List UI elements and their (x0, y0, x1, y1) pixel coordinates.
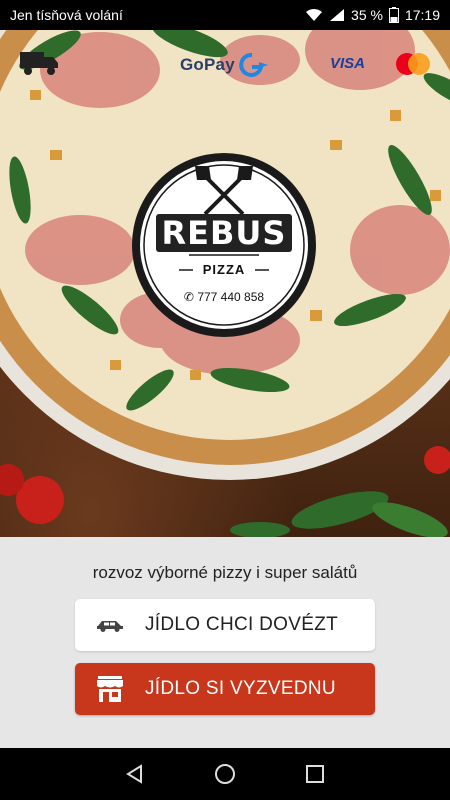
pickup-button[interactable]: JÍDLO SI VYZVEDNU (75, 663, 375, 715)
delivery-button-label: JÍDLO CHCI DOVÉZT (145, 614, 339, 635)
carrier-text: Jen tísňová volání (10, 7, 123, 23)
status-icons: 35 % 17:19 (305, 7, 440, 23)
back-icon[interactable] (124, 763, 146, 785)
phone-number: 777 440 858 (197, 290, 265, 304)
signal-icon (330, 9, 345, 21)
home-icon[interactable] (214, 763, 236, 785)
gopay-logo: GoPay (180, 52, 269, 78)
rebus-pizza-logo: REBUS PIZZA ✆ 777 440 858 (131, 152, 317, 338)
battery-percent: 35 % (351, 7, 383, 23)
visa-logo: VISA (330, 55, 366, 72)
brand-subtitle: PIZZA (202, 262, 246, 277)
recents-icon[interactable] (304, 763, 326, 785)
brand-name: REBUS (131, 214, 317, 252)
gopay-g-icon (239, 52, 268, 77)
status-bar: Jen tísňová volání 35 % 17:19 (0, 0, 450, 30)
tagline: rozvoz výborné pizzy i super salátů (92, 563, 358, 582)
mastercard-logo (396, 53, 430, 75)
gopay-text: GoPay (180, 55, 235, 74)
phone-icon: ✆ (183, 290, 194, 304)
battery-icon (388, 7, 399, 23)
delivery-button[interactable]: JÍDLO CHCI DOVÉZT (75, 599, 375, 651)
car-icon (75, 618, 145, 632)
action-panel: rozvoz výborné pizzy i super salátů JÍDL… (0, 537, 450, 748)
hero-image: GoPay VISA REBUS PIZZA ✆ 777 440 858 (0, 30, 450, 537)
tomato-decoration (0, 446, 450, 537)
android-nav-bar (0, 748, 450, 800)
clock: 17:19 (404, 7, 440, 23)
brand-phone: ✆ 777 440 858 (131, 290, 317, 304)
top-icon-row: GoPay VISA (0, 30, 450, 100)
wifi-icon (306, 8, 323, 21)
pickup-button-label: JÍDLO SI VYZVEDNU (145, 678, 336, 699)
delivery-truck-icon (20, 52, 58, 75)
shop-icon (75, 674, 145, 704)
